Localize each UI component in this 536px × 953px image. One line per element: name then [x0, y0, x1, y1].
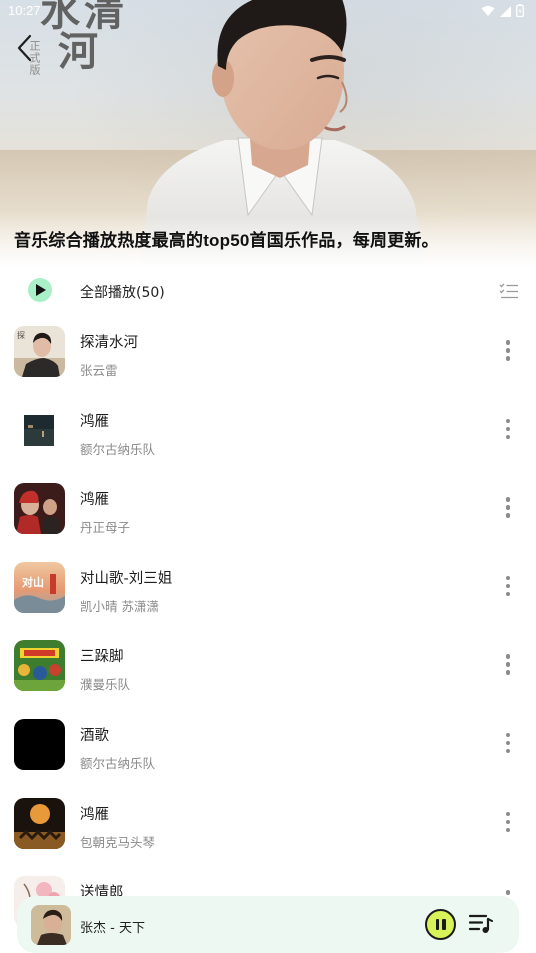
song-title: 对山歌-刘三姐	[80, 570, 173, 587]
song-cover	[14, 718, 65, 770]
play-all-button[interactable]	[28, 278, 52, 302]
song-row[interactable]: 三跺脚 濮曼乐队	[0, 628, 536, 707]
play-all-label: 全部播放(50)	[80, 285, 165, 301]
list-check-icon[interactable]	[499, 281, 519, 301]
song-artist: 额尔古纳乐队	[80, 441, 156, 457]
more-vertical-icon	[500, 811, 516, 833]
signal-icon	[500, 5, 511, 17]
more-options-button[interactable]	[500, 575, 516, 602]
song-title: 鸿雁	[80, 492, 109, 509]
song-title: 鸿雁	[80, 413, 109, 430]
song-artist: 凯小晴 苏潇潇	[80, 598, 159, 614]
more-vertical-icon	[500, 497, 516, 518]
more-vertical-icon	[500, 654, 516, 675]
song-cover	[14, 483, 65, 535]
more-vertical-icon	[500, 732, 516, 754]
song-artist: 濮曼乐队	[80, 677, 131, 693]
song-row[interactable]: 探 探清水河 张云雷	[0, 314, 536, 393]
song-cover: 对山	[14, 561, 65, 613]
song-cover	[14, 404, 65, 456]
now-playing-cover	[31, 905, 71, 945]
svg-text:探: 探	[17, 330, 25, 340]
song-title: 探清水河	[80, 335, 138, 351]
status-bar: 10:27	[0, 0, 536, 24]
back-button[interactable]	[12, 32, 40, 64]
more-vertical-icon	[500, 575, 516, 597]
song-title: 酒歌	[80, 727, 109, 744]
song-artist: 张云雷	[80, 363, 118, 378]
now-playing-title: 张杰 - 天下	[80, 921, 145, 936]
more-vertical-icon	[500, 340, 516, 361]
song-row[interactable]: 鸿雁 额尔古纳乐队	[0, 393, 536, 472]
playlist-icon[interactable]	[469, 913, 493, 935]
song-row[interactable]: 鸿雁 包朝克马头琴	[0, 786, 536, 865]
mini-player[interactable]: 张杰 - 天下	[17, 896, 519, 953]
more-options-button[interactable]	[500, 340, 516, 366]
more-options-button[interactable]	[500, 732, 516, 759]
play-all-row[interactable]: 全部播放(50)	[0, 268, 536, 314]
status-time: 10:27	[8, 3, 41, 18]
more-options-button[interactable]	[500, 654, 516, 680]
wifi-icon	[481, 5, 495, 16]
play-icon	[36, 284, 46, 296]
song-cover: 探	[14, 326, 65, 377]
more-vertical-icon	[500, 418, 516, 440]
song-title: 三跺脚	[80, 649, 124, 666]
more-options-button[interactable]	[500, 497, 516, 523]
song-artist: 丹正母子	[80, 520, 131, 536]
battery-icon	[516, 4, 524, 17]
song-title: 鸿雁	[80, 806, 109, 823]
song-cover	[14, 640, 65, 692]
pause-button[interactable]	[425, 909, 456, 940]
song-list: 探 探清水河 张云雷 鸿雁 额尔古纳乐队 鸿雁 丹正母子 对山 对山歌-刘三姐 …	[0, 314, 536, 943]
status-icons	[481, 4, 524, 17]
more-options-button[interactable]	[500, 811, 516, 838]
song-row[interactable]: 对山 对山歌-刘三姐 凯小晴 苏潇潇	[0, 550, 536, 629]
song-row[interactable]: 酒歌 额尔古纳乐队	[0, 707, 536, 786]
song-row[interactable]: 鸿雁 丹正母子	[0, 471, 536, 550]
song-artist: 包朝克马头琴	[80, 834, 156, 850]
svg-text:对山: 对山	[22, 575, 44, 589]
song-cover	[14, 797, 65, 849]
playlist-description: 音乐综合播放热度最高的top50首国乐作品，每周更新。	[14, 231, 439, 250]
song-artist: 额尔古纳乐队	[80, 755, 156, 771]
chevron-left-icon	[17, 34, 32, 62]
more-options-button[interactable]	[500, 418, 516, 445]
